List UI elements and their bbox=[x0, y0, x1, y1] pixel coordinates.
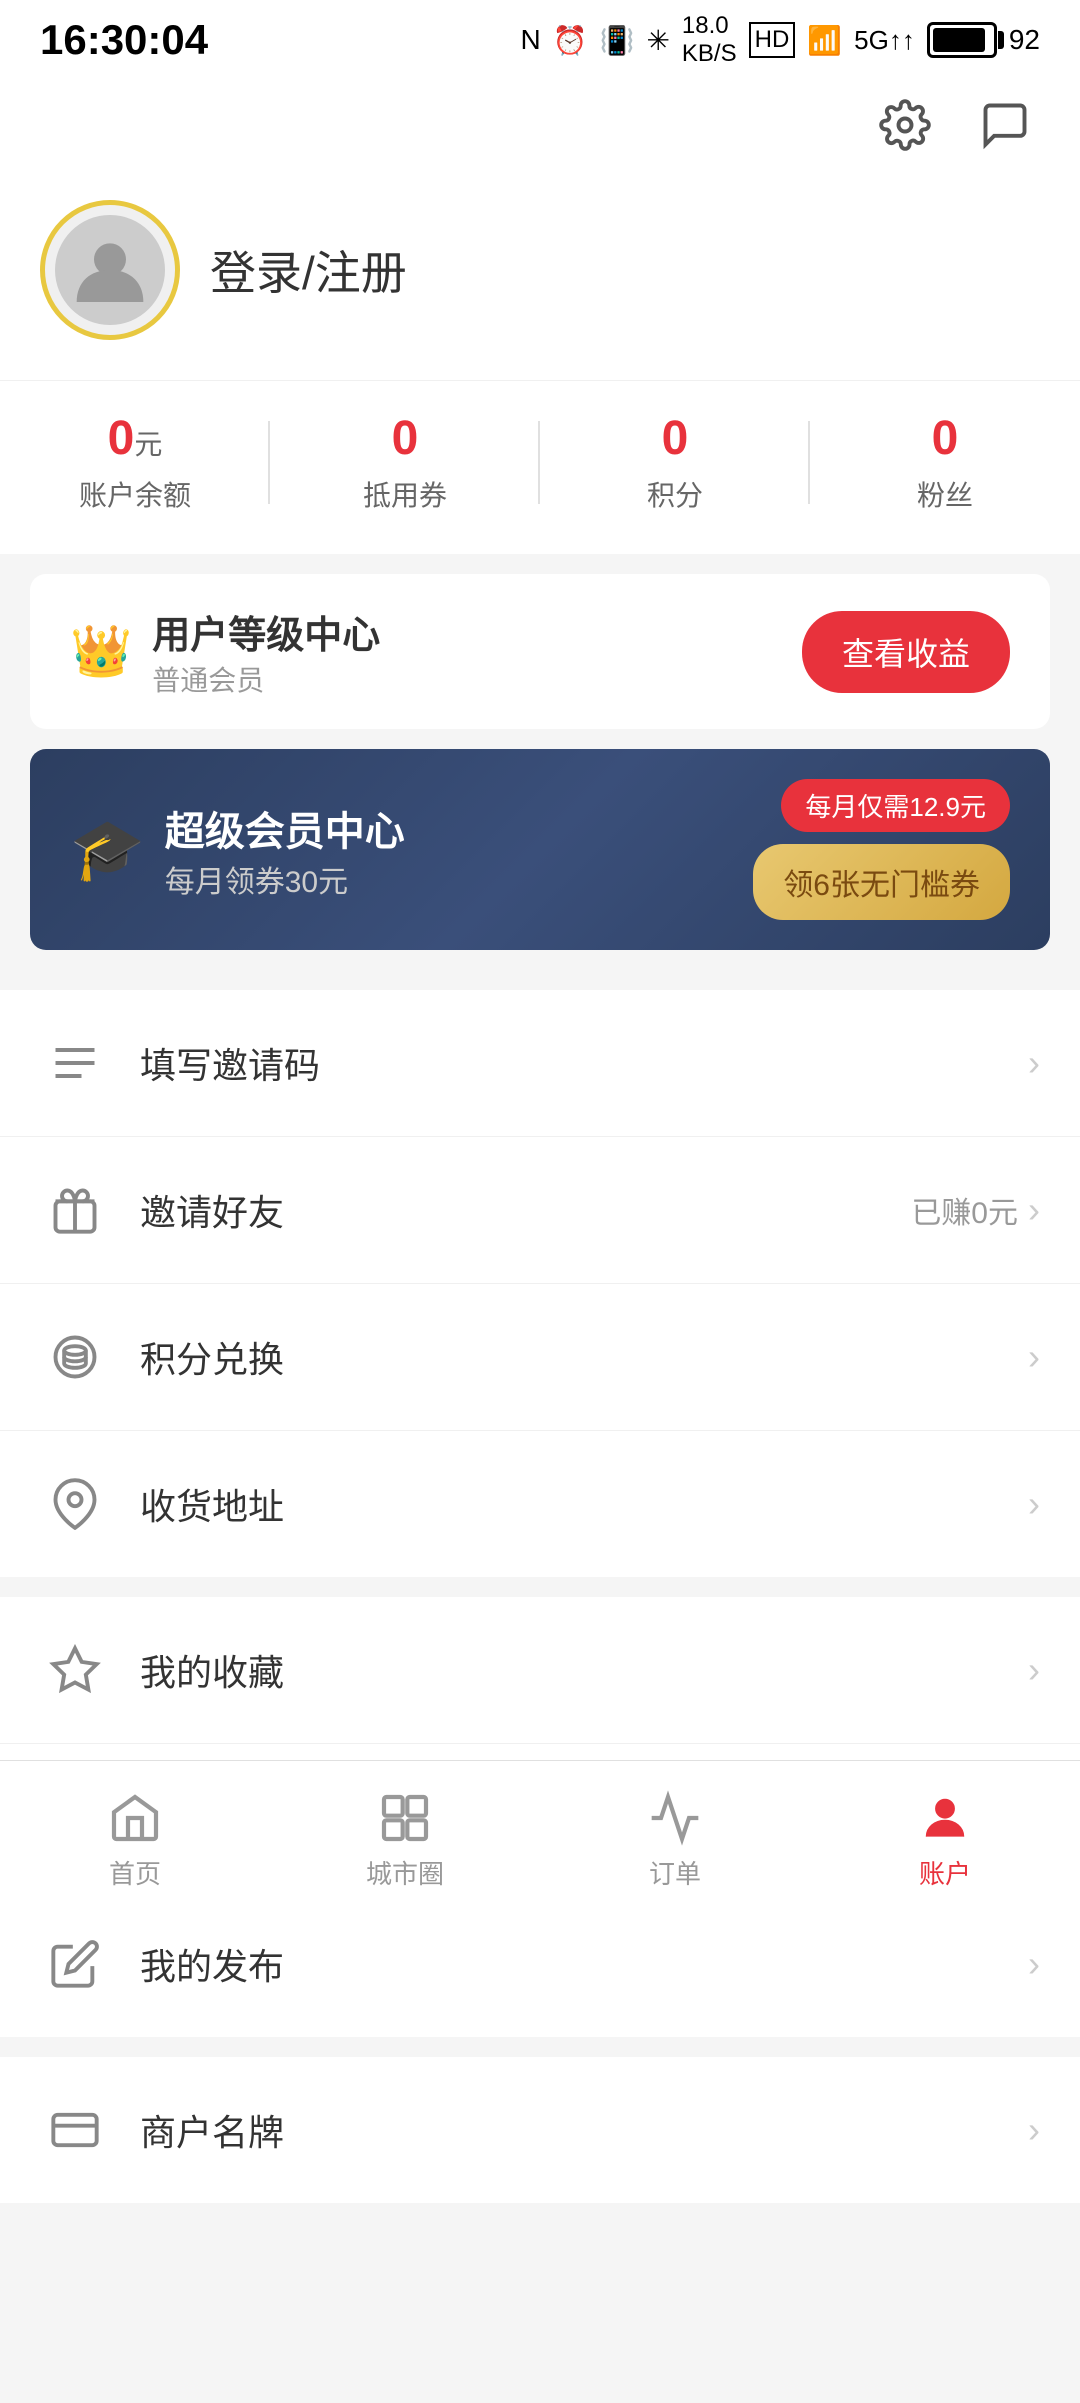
stat-followers[interactable]: 0 粉丝 bbox=[810, 411, 1080, 514]
stat-followers-label: 粉丝 bbox=[917, 474, 973, 514]
login-register-button[interactable]: 登录/注册 bbox=[210, 237, 407, 303]
location-icon bbox=[40, 1469, 110, 1539]
publish-label: 我的发布 bbox=[140, 1938, 1028, 1990]
status-bar: 16:30:04 N ⏰ 📳 ✳ 18.0KB/S HD 📶 5G↑↑ 92 bbox=[0, 0, 1080, 80]
invite-code-label: 填写邀请码 bbox=[140, 1037, 1028, 1089]
menu-item-points-exchange[interactable]: 积分兑换 › bbox=[0, 1284, 1080, 1431]
stat-coupons-label: 抵用券 bbox=[363, 474, 447, 514]
price-badge: 每月仅需12.9元 bbox=[781, 779, 1010, 832]
avatar-image bbox=[55, 215, 165, 325]
stat-balance-number: 0 bbox=[108, 411, 135, 466]
data-speed-icon: 18.0KB/S bbox=[682, 12, 737, 68]
super-member-banner[interactable]: 🎓 超级会员中心 每月领券30元 每月仅需12.9元 领6张无门槛券 bbox=[30, 749, 1050, 950]
hd-icon: HD bbox=[749, 22, 796, 58]
stat-coupons[interactable]: 0 抵用券 bbox=[270, 411, 540, 514]
nav-item-orders[interactable]: 订单 bbox=[540, 1790, 810, 1891]
super-member-title: 超级会员中心 bbox=[165, 799, 405, 857]
super-member-left: 🎓 超级会员中心 每月领券30元 bbox=[70, 799, 405, 901]
chevron-icon: › bbox=[1028, 1483, 1040, 1525]
nav-city-circle-label: 城市圈 bbox=[366, 1854, 444, 1891]
chevron-icon: › bbox=[1028, 2109, 1040, 2151]
crown-icon: 👑 bbox=[70, 622, 132, 681]
points-exchange-label: 积分兑换 bbox=[140, 1331, 1028, 1383]
stat-balance-label: 账户余额 bbox=[79, 474, 191, 514]
wifi-icon: 📶 bbox=[807, 24, 842, 57]
user-level-card[interactable]: 👑 用户等级中心 普通会员 查看收益 bbox=[30, 574, 1050, 729]
super-member-right: 每月仅需12.9元 领6张无门槛券 bbox=[753, 779, 1010, 920]
battery-icon bbox=[927, 22, 997, 58]
delivery-address-right: › bbox=[1028, 1483, 1040, 1525]
stats-section: 0 元 账户余额 0 抵用券 0 积分 0 粉丝 bbox=[0, 380, 1080, 554]
nfc-icon: N bbox=[520, 24, 540, 56]
publish-right: › bbox=[1028, 1943, 1040, 1985]
business-card-right: › bbox=[1028, 2109, 1040, 2151]
nav-account-label: 账户 bbox=[919, 1854, 971, 1891]
toolbar bbox=[0, 80, 1080, 170]
graduation-icon: 🎓 bbox=[70, 814, 145, 885]
coupon-button[interactable]: 领6张无门槛券 bbox=[753, 844, 1010, 920]
menu-group-3: 商户名牌 › bbox=[0, 2057, 1080, 2203]
chevron-icon: › bbox=[1028, 1042, 1040, 1084]
nav-home-label: 首页 bbox=[109, 1854, 161, 1891]
delivery-address-label: 收货地址 bbox=[140, 1478, 1028, 1530]
avatar[interactable] bbox=[40, 200, 180, 340]
chevron-icon: › bbox=[1028, 1336, 1040, 1378]
favorites-label: 我的收藏 bbox=[140, 1644, 1028, 1696]
star-icon bbox=[40, 1635, 110, 1705]
chevron-icon: › bbox=[1028, 1943, 1040, 1985]
bottom-nav: 首页 城市圈 订单 账户 bbox=[0, 1760, 1080, 1920]
menu-item-delivery-address[interactable]: 收货地址 › bbox=[0, 1431, 1080, 1577]
invite-friends-right: 已赚0元 › bbox=[911, 1188, 1040, 1232]
profile-section: 登录/注册 bbox=[0, 170, 1080, 380]
favorites-right: › bbox=[1028, 1649, 1040, 1691]
card-icon bbox=[40, 2095, 110, 2165]
invite-friends-label: 邀请好友 bbox=[140, 1184, 911, 1236]
status-icons: N ⏰ 📳 ✳ 18.0KB/S HD 📶 5G↑↑ 92 bbox=[520, 12, 1040, 68]
menu-item-invite-friends[interactable]: 邀请好友 已赚0元 › bbox=[0, 1137, 1080, 1284]
gift-icon bbox=[40, 1175, 110, 1245]
menu-group-1: 填写邀请码 › 邀请好友 已赚0元 › 积分兑换 bbox=[0, 990, 1080, 1577]
coins-icon bbox=[40, 1322, 110, 1392]
status-time: 16:30:04 bbox=[40, 16, 208, 64]
edit-icon bbox=[40, 1929, 110, 1999]
chevron-icon: › bbox=[1028, 1189, 1040, 1231]
stat-followers-number: 0 bbox=[932, 411, 959, 466]
stat-points-label: 积分 bbox=[647, 474, 703, 514]
stat-points[interactable]: 0 积分 bbox=[540, 411, 810, 514]
bluetooth-icon: ✳ bbox=[646, 24, 669, 57]
nav-item-city-circle[interactable]: 城市圈 bbox=[270, 1790, 540, 1891]
stat-points-number: 0 bbox=[662, 411, 689, 466]
signal-5g-icon: 5G↑↑ bbox=[854, 25, 915, 56]
stat-balance[interactable]: 0 元 账户余额 bbox=[0, 411, 270, 514]
stat-coupons-number: 0 bbox=[392, 411, 419, 466]
message-button[interactable] bbox=[970, 90, 1040, 160]
invite-code-right: › bbox=[1028, 1042, 1040, 1084]
membership-section: 👑 用户等级中心 普通会员 查看收益 🎓 超级会员中心 每月领券30元 每月仅需… bbox=[0, 554, 1080, 970]
menu-item-favorites[interactable]: 我的收藏 › bbox=[0, 1597, 1080, 1744]
level-title: 用户等级中心 bbox=[152, 604, 380, 659]
super-member-subtitle: 每月领券30元 bbox=[165, 857, 405, 901]
menu-item-business-card[interactable]: 商户名牌 › bbox=[0, 2057, 1080, 2203]
chevron-icon: › bbox=[1028, 1649, 1040, 1691]
nav-orders-label: 订单 bbox=[649, 1854, 701, 1891]
nav-item-home[interactable]: 首页 bbox=[0, 1790, 270, 1891]
menu-item-invite-code[interactable]: 填写邀请码 › bbox=[0, 990, 1080, 1137]
view-earnings-button[interactable]: 查看收益 bbox=[802, 611, 1010, 693]
level-subtitle: 普通会员 bbox=[152, 659, 380, 699]
invite-earned-text: 已赚0元 bbox=[911, 1188, 1018, 1232]
business-card-label: 商户名牌 bbox=[140, 2104, 1028, 2156]
points-exchange-right: › bbox=[1028, 1336, 1040, 1378]
alarm-icon: ⏰ bbox=[553, 24, 588, 57]
nav-item-account[interactable]: 账户 bbox=[810, 1790, 1080, 1891]
level-left: 👑 用户等级中心 普通会员 bbox=[70, 604, 380, 699]
vibrate-icon: 📳 bbox=[600, 24, 635, 57]
battery-fill bbox=[933, 28, 985, 52]
level-info: 用户等级中心 普通会员 bbox=[152, 604, 380, 699]
stat-balance-unit: 元 bbox=[134, 423, 162, 463]
settings-button[interactable] bbox=[870, 90, 940, 160]
list-icon bbox=[40, 1028, 110, 1098]
super-member-info: 超级会员中心 每月领券30元 bbox=[165, 799, 405, 901]
battery-percent: 92 bbox=[1009, 24, 1040, 56]
